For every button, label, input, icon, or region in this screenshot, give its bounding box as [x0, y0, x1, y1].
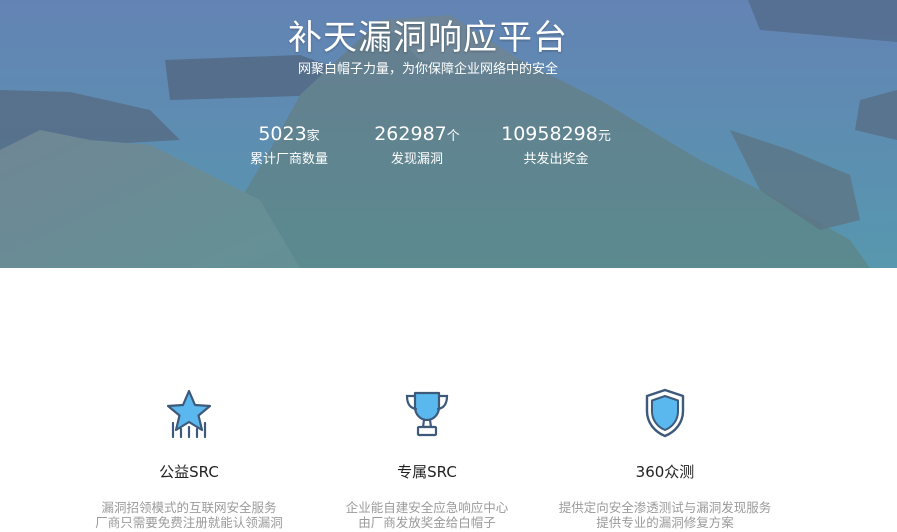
page-title: 补天漏洞响应平台 — [288, 18, 568, 58]
feature-description-line: 企业能自建安全应急响应中心 — [345, 500, 509, 515]
hero-subtitle: 网聚白帽子力量，为你保障企业网络中的安全 — [297, 62, 558, 77]
feature-360-crowdtest[interactable]: 360众测 提供定向安全渗透测试与漏洞发现服务 提供专业的漏洞修复方案 — [545, 385, 785, 530]
stat-unit: 个 — [446, 129, 460, 144]
feature-title: 公益SRC — [159, 463, 219, 481]
trophy-icon — [405, 391, 449, 437]
feature-description: 漏洞招领模式的互联网安全服务 厂商只需要免费注册就能认领漏洞 — [69, 500, 309, 530]
stat-label: 共发出奖金 — [523, 152, 589, 167]
stat-vulnerabilities: 262987个 发现漏洞 — [337, 122, 497, 167]
feature-description-line: 提供定向安全渗透测试与漏洞发现服务 — [558, 500, 772, 515]
feature-title: 360众测 — [635, 463, 695, 481]
hero-banner: 补天漏洞响应平台 网聚白帽子力量，为你保障企业网络中的安全 5023家 累计厂商… — [0, 0, 897, 268]
stat-label: 发现漏洞 — [390, 152, 443, 167]
shield-icon — [645, 388, 685, 438]
stat-rewards: 10958298元 共发出奖金 — [476, 122, 636, 167]
feature-description: 企业能自建安全应急响应中心 由厂商发放奖金给白帽子 — [307, 500, 547, 530]
star-icon — [166, 389, 212, 439]
stat-value: 10958298 — [501, 123, 598, 145]
stat-unit: 家 — [306, 129, 320, 144]
feature-description-line: 厂商只需要免费注册就能认领漏洞 — [95, 515, 283, 530]
feature-exclusive-src[interactable]: 专属SRC 企业能自建安全应急响应中心 由厂商发放奖金给白帽子 — [307, 385, 547, 530]
stat-value: 5023 — [258, 123, 307, 145]
feature-description-line: 由厂商发放奖金给白帽子 — [358, 515, 496, 530]
feature-description: 提供定向安全渗透测试与漏洞发现服务 提供专业的漏洞修复方案 — [545, 500, 785, 530]
stat-value: 262987 — [374, 123, 447, 145]
feature-title: 专属SRC — [397, 463, 457, 481]
feature-description-line: 提供专业的漏洞修复方案 — [596, 515, 734, 530]
feature-description-line: 漏洞招领模式的互联网安全服务 — [101, 500, 277, 515]
feature-public-src[interactable]: 公益SRC 漏洞招领模式的互联网安全服务 厂商只需要免费注册就能认领漏洞 — [69, 385, 309, 530]
stat-unit: 元 — [597, 129, 611, 144]
